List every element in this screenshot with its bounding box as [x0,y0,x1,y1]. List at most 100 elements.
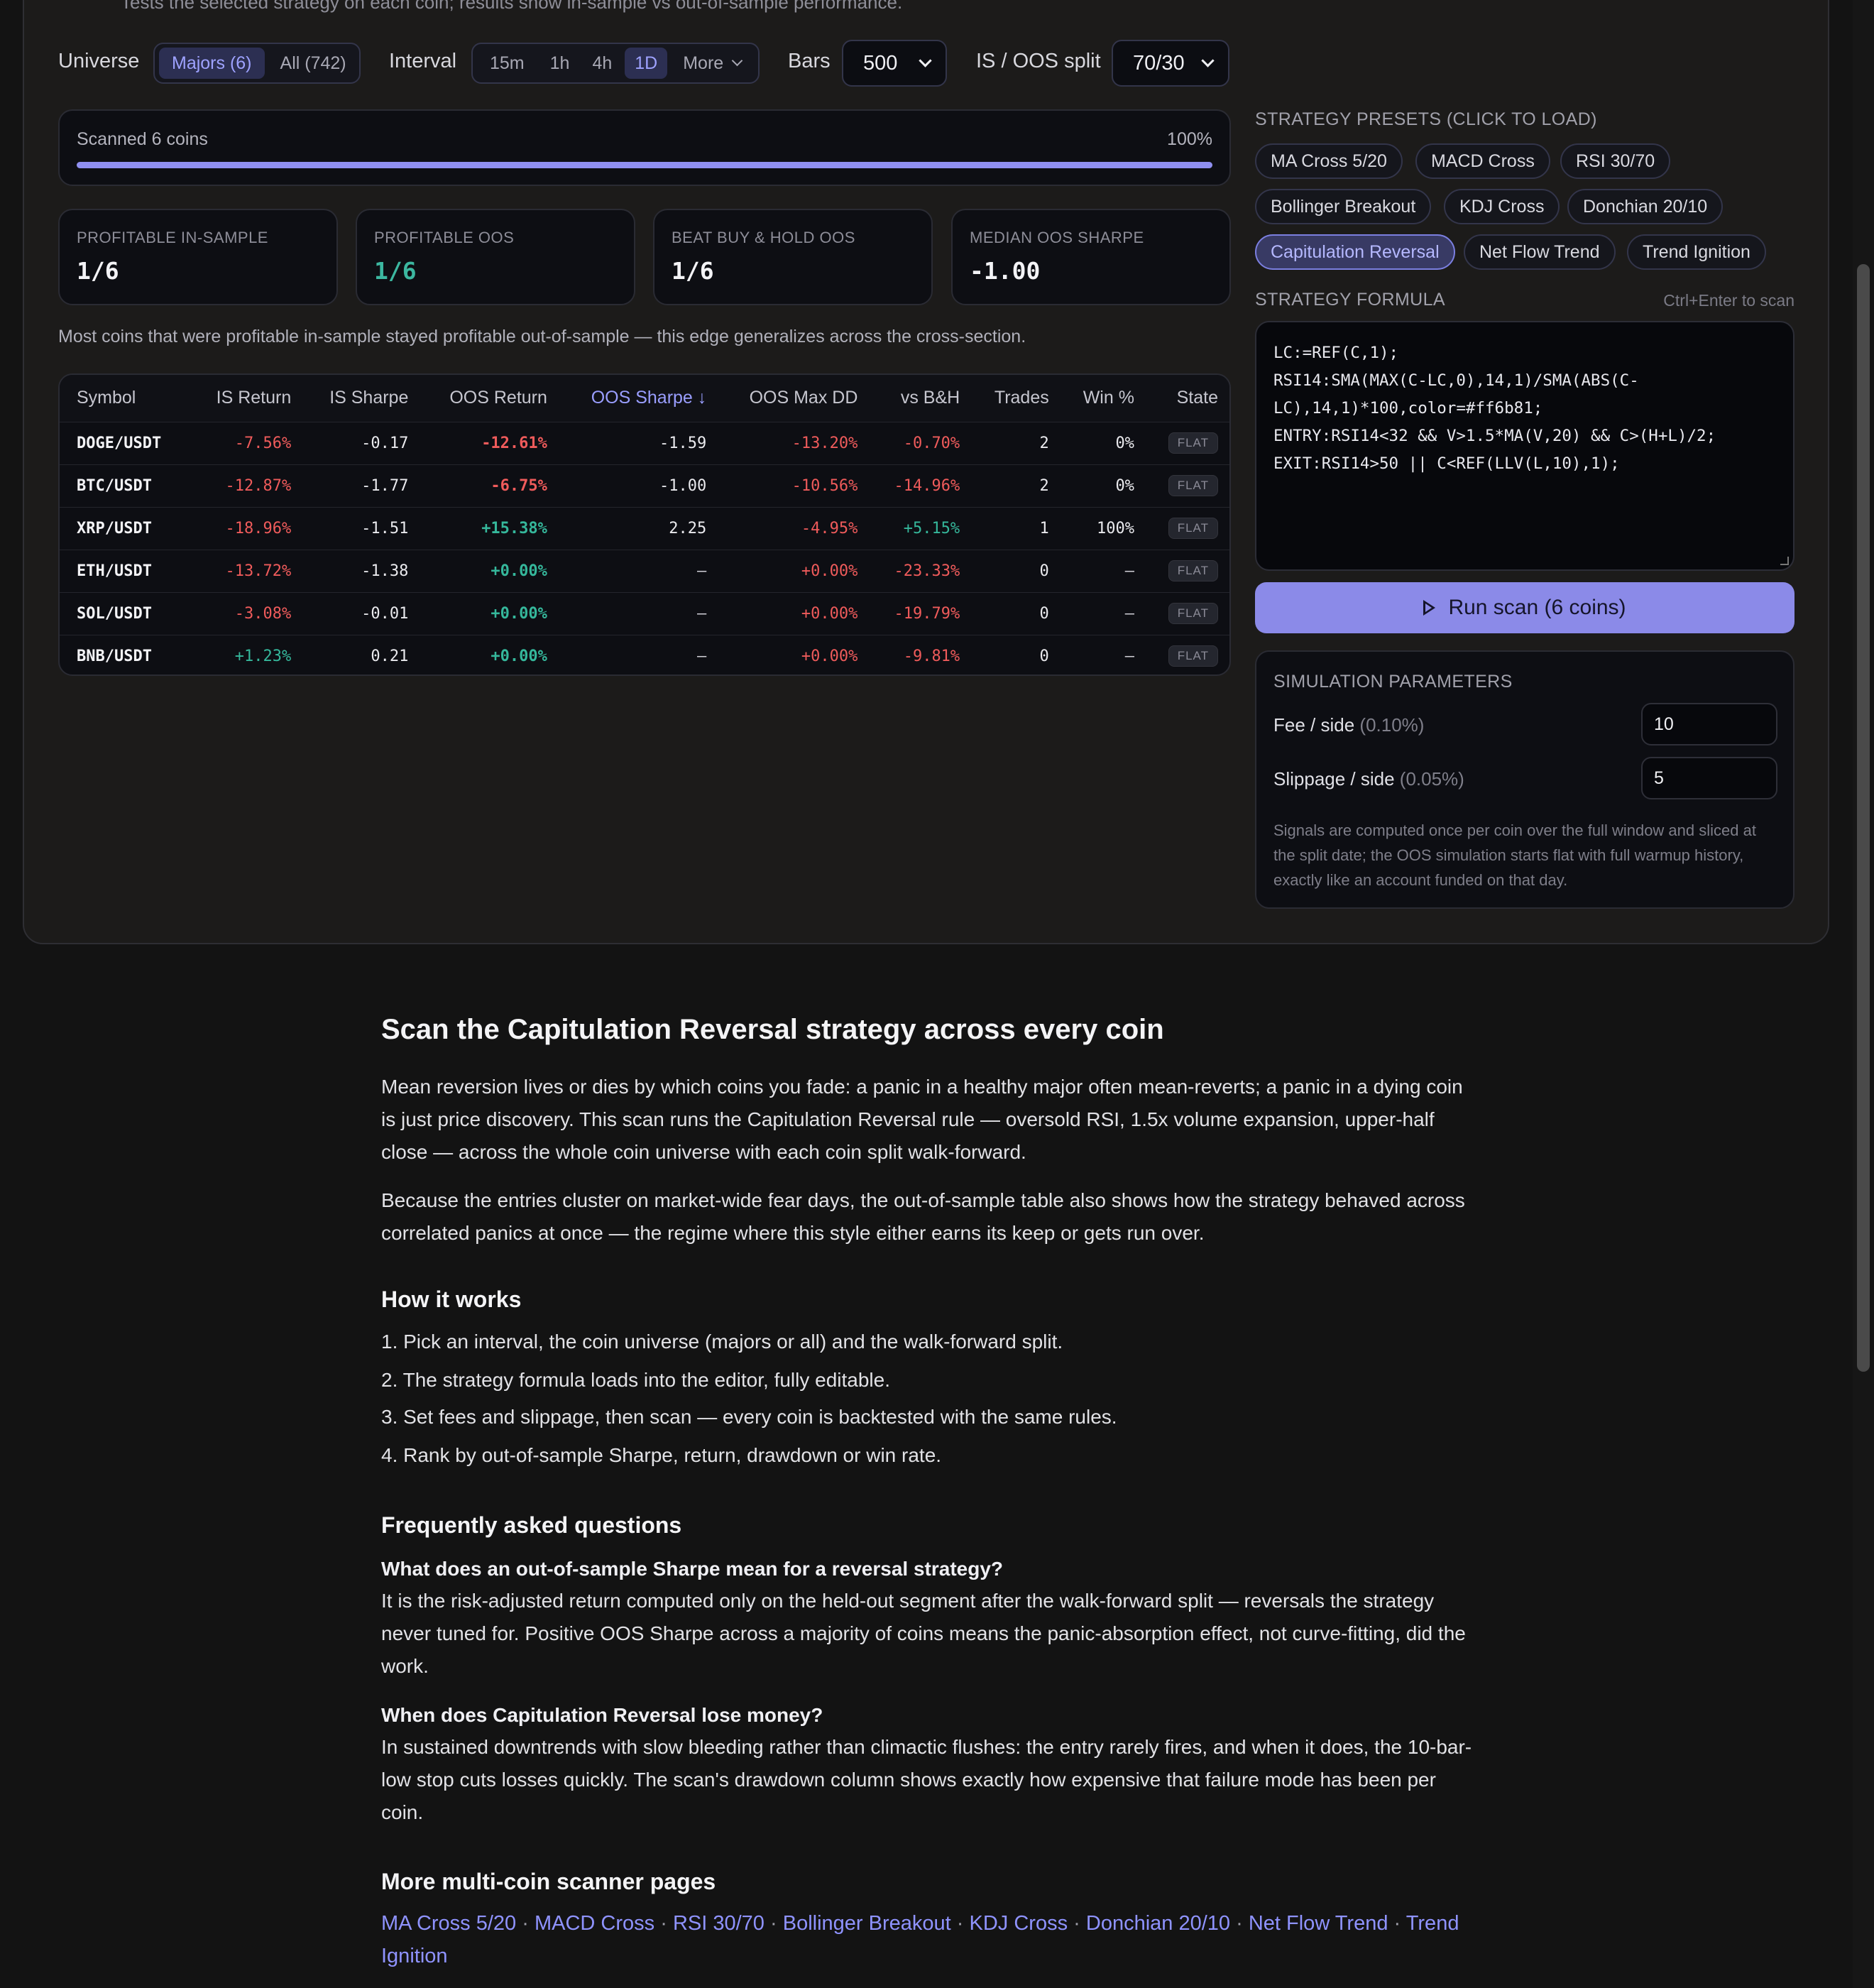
scrollbar-thumb[interactable] [1857,264,1870,1372]
table-row[interactable]: DOGE/USDT -7.56% -0.17 -12.61% -1.59 -13… [60,421,1229,464]
cell-state: FLAT [1145,506,1229,550]
simulation-parameters: SIMULATION PARAMETERS Fee / side (0.10%)… [1255,650,1794,909]
preset-trend-ignition[interactable]: Trend Ignition [1627,234,1766,270]
column-header-oos-return[interactable]: OOS Return [420,375,559,422]
cell-trades: 0 [971,634,1061,674]
cell-oos-max-dd: -13.20% [718,421,870,464]
column-header-is-sharpe[interactable]: IS Sharpe [302,375,420,422]
link-donchian[interactable]: Donchian 20/10 [1086,1912,1230,1935]
preset-bollinger-breakout[interactable]: Bollinger Breakout [1255,189,1432,224]
fee-input[interactable]: 10 [1641,703,1777,746]
universe-label: Universe [58,50,140,72]
article-paragraph: Mean reversion lives or dies by which co… [381,1076,1463,1163]
cell-is-return: -13.72% [190,549,303,592]
link-macd-cross[interactable]: MACD Cross [535,1912,654,1935]
state-badge: FLAT [1168,603,1218,624]
cell-is-return: -12.87% [190,464,303,507]
cell-oos-max-dd: +0.00% [718,634,870,674]
interval-label: Interval [389,50,457,72]
cell-symbol: BNB/USDT [60,634,190,674]
cell-oos-sharpe: -1.59 [558,421,718,464]
cell-symbol: BTC/USDT [60,464,190,507]
column-header-state[interactable]: State [1145,375,1229,422]
faq-answer: It is the risk-adjusted return computed … [381,1590,1466,1677]
cell-is-sharpe: -0.17 [302,421,420,464]
preset-kdj-cross[interactable]: KDJ Cross [1444,189,1560,224]
cell-vs-buy-hold: -9.81% [869,634,972,674]
cell-is-return: -3.08% [190,591,303,635]
cell-is-sharpe: -1.77 [302,464,420,507]
slippage-input[interactable]: 5 [1641,757,1777,799]
cell-oos-sharpe: — [558,549,718,592]
column-header-symbol[interactable]: Symbol [60,375,190,422]
panel-intro-text: Tests the selected strategy on each coin… [121,0,903,13]
preset-rsi[interactable]: RSI 30/70 [1560,143,1671,179]
cell-win-rate: — [1060,634,1146,674]
split-select[interactable]: 70/30 [1112,40,1229,87]
resize-handle-icon[interactable] [1780,557,1789,565]
preset-capitulation-reversal[interactable]: Capitulation Reversal [1255,234,1455,270]
table-row[interactable]: BTC/USDT -12.87% -1.77 -6.75% -1.00 -10.… [60,464,1229,507]
fee-percent-hint: (0.10%) [1359,714,1425,736]
article-title: Scan the Capitulation Reversal strategy … [381,1014,1164,1045]
more-pages-links: MA Cross 5/20 · MACD Cross · RSI 30/70 ·… [381,1912,1459,1967]
list-item: 3. Set fees and slippage, then scan — ev… [381,1406,1117,1428]
bars-label: Bars [788,50,831,72]
table-row[interactable]: XRP/USDT -18.96% -1.51 +15.38% 2.25 -4.9… [60,506,1229,550]
table-row[interactable]: SOL/USDT -3.08% -0.01 +0.00% — +0.00% -1… [60,591,1229,635]
table-row[interactable]: ETH/USDT -13.72% -1.38 +0.00% — +0.00% -… [60,549,1229,592]
stat-card-profitable-is: PROFITABLE IN-SAMPLE 1/6 [58,209,338,305]
universe-majors-option[interactable]: Majors (6) [159,48,265,79]
universe-all-option[interactable]: All (742) [268,48,359,79]
cell-state: FLAT [1145,549,1229,592]
stat-card-beat-buy-hold: BEAT BUY & HOLD OOS 1/6 [653,209,933,305]
link-net-flow-trend[interactable]: Net Flow Trend [1249,1912,1388,1935]
article-paragraph: Because the entries cluster on market-wi… [381,1189,1465,1244]
cell-oos-return: +0.00% [420,591,559,635]
column-header-oos-max-dd[interactable]: OOS Max DD [718,375,870,422]
link-kdj-cross[interactable]: KDJ Cross [970,1912,1068,1935]
interval-15m-option[interactable]: 15m [477,48,537,79]
cell-trades: 1 [971,506,1061,550]
bars-select[interactable]: 500 [842,40,947,87]
cell-oos-return: -6.75% [420,464,559,507]
presets-heading: STRATEGY PRESETS (CLICK TO LOAD) [1255,109,1597,129]
interval-1h-option[interactable]: 1h [540,48,580,79]
cell-oos-sharpe: 2.25 [558,506,718,550]
cell-symbol: XRP/USDT [60,506,190,550]
column-header-win-rate[interactable]: Win % [1060,375,1146,422]
slippage-percent-hint: (0.05%) [1399,768,1464,790]
slippage-label-text: Slippage / side [1273,768,1395,790]
run-scan-button[interactable]: Run scan (6 coins) [1255,582,1794,633]
faq-question: What does an out-of-sample Sharpe mean f… [381,1558,1004,1580]
formula-editor[interactable]: LC:=REF(C,1); RSI14:SMA(MAX(C-LC,0),14,1… [1255,321,1794,571]
column-header-oos-sharpe[interactable]: OOS Sharpe ↓ [558,375,718,422]
cell-vs-buy-hold: -0.70% [869,421,972,464]
state-badge: FLAT [1168,475,1218,496]
scan-progress-label: Scanned 6 coins [77,129,208,149]
preset-macd-cross[interactable]: MACD Cross [1415,143,1550,179]
column-header-vs-buy-hold[interactable]: vs B&H [869,375,972,422]
table-row[interactable]: BNB/USDT +1.23% 0.21 +0.00% — +0.00% -9.… [60,634,1229,674]
bars-select-value: 500 [863,51,898,75]
universe-toggle: Majors (6) All (742) [153,43,361,84]
cell-oos-max-dd: +0.00% [718,549,870,592]
cell-trades: 0 [971,549,1061,592]
preset-ma-cross[interactable]: MA Cross 5/20 [1255,143,1403,179]
interval-more-dropdown[interactable]: More [670,48,754,79]
interval-1d-option[interactable]: 1D [625,48,668,79]
column-header-is-return[interactable]: IS Return [190,375,303,422]
column-header-trades[interactable]: Trades [971,375,1061,422]
stat-value: 1/6 [374,257,417,285]
link-ma-cross[interactable]: MA Cross 5/20 [381,1912,516,1935]
cell-vs-buy-hold: -19.79% [869,591,972,635]
link-bollinger-breakout[interactable]: Bollinger Breakout [783,1912,951,1935]
preset-net-flow-trend[interactable]: Net Flow Trend [1464,234,1616,270]
page-scrollbar[interactable] [1853,0,1874,1988]
interval-4h-option[interactable]: 4h [582,48,622,79]
cell-is-sharpe: 0.21 [302,634,420,674]
preset-donchian[interactable]: Donchian 20/10 [1567,189,1724,224]
link-rsi[interactable]: RSI 30/70 [673,1912,765,1935]
cell-win-rate: — [1060,549,1146,592]
cell-oos-return: +0.00% [420,634,559,674]
